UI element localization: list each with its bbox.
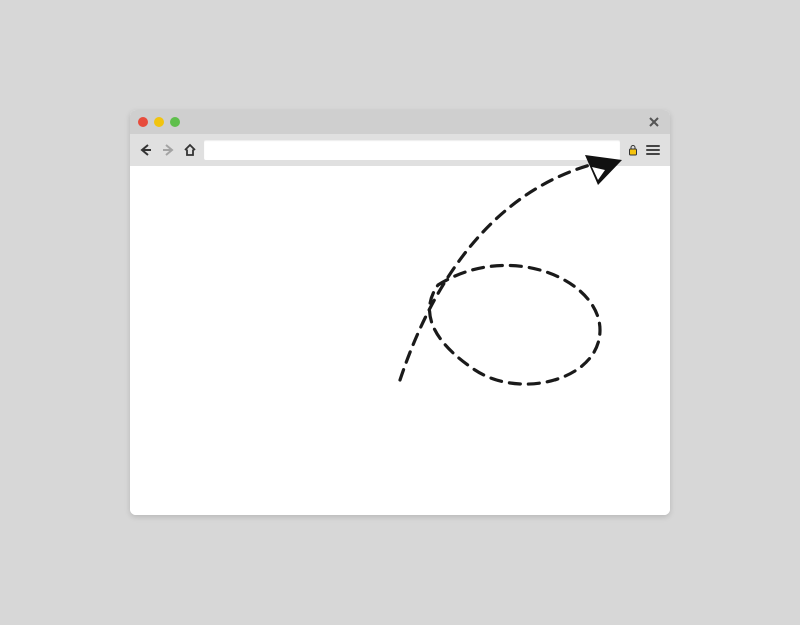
browser-window <box>130 110 670 515</box>
back-button[interactable] <box>138 142 154 158</box>
titlebar <box>130 110 670 134</box>
forward-button[interactable] <box>160 142 176 158</box>
maximize-dot-icon[interactable] <box>170 117 180 127</box>
page-content <box>130 166 670 515</box>
lock-icon <box>626 143 640 157</box>
home-button[interactable] <box>182 142 198 158</box>
address-bar[interactable] <box>204 140 620 160</box>
menu-icon[interactable] <box>646 142 662 158</box>
traffic-lights <box>138 117 180 127</box>
minimize-dot-icon[interactable] <box>154 117 164 127</box>
close-dot-icon[interactable] <box>138 117 148 127</box>
toolbar <box>130 134 670 166</box>
close-icon[interactable] <box>646 114 662 130</box>
